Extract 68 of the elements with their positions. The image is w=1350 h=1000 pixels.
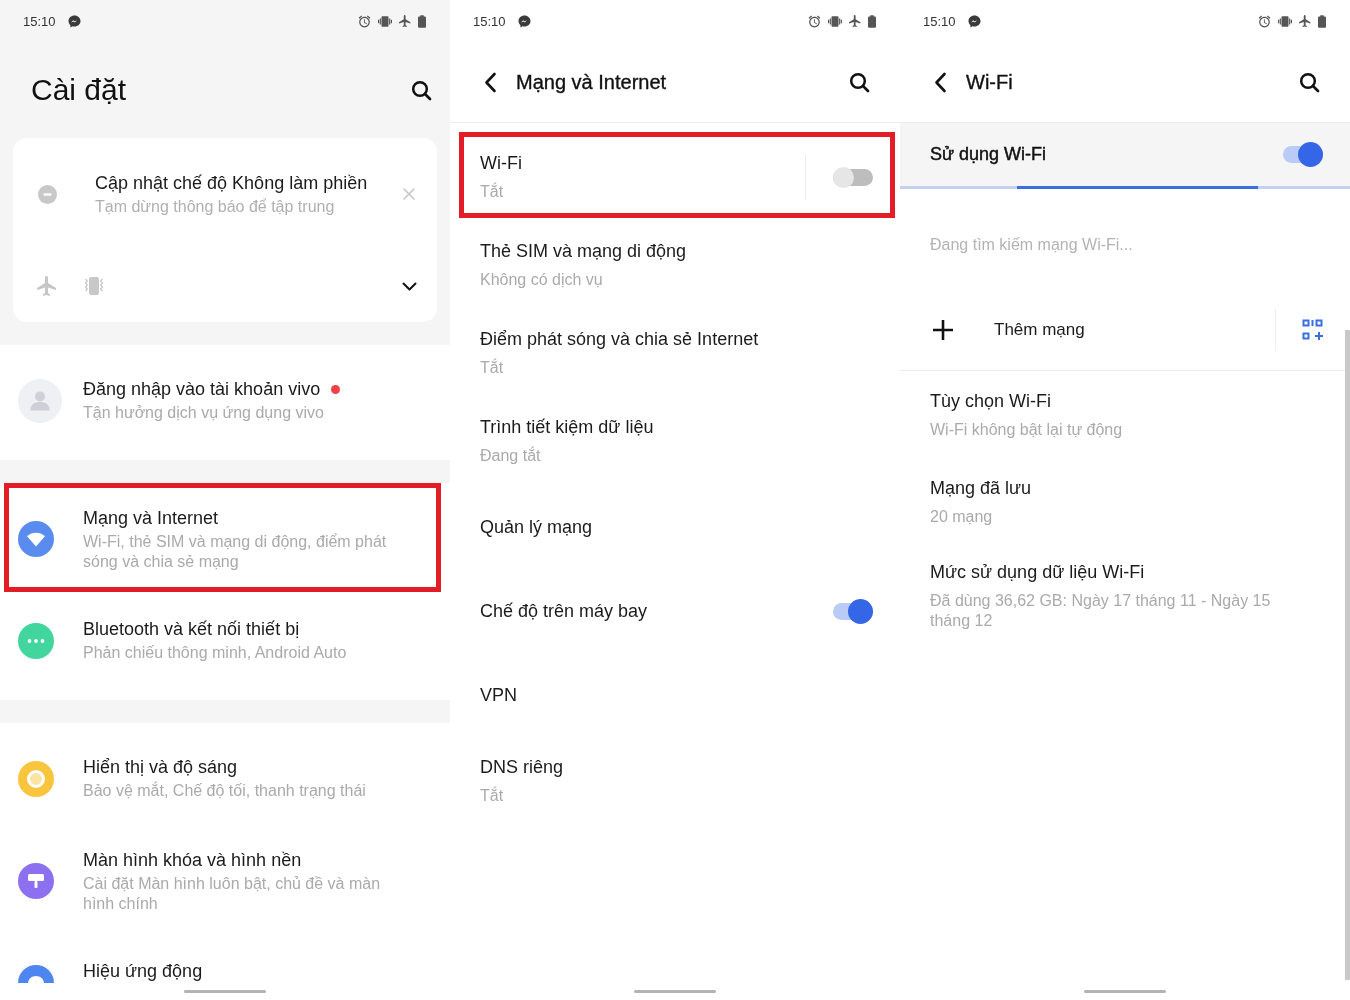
setting-title[interactable]: Chế độ trên máy bay [480,600,648,622]
vibrate-icon [378,15,392,27]
back-icon[interactable] [934,71,947,93]
setting-title[interactable]: Mức sử dụng dữ liệu Wi-Fi [930,561,1145,583]
qr-code-icon[interactable] [1302,319,1323,340]
chat-bubble-icon [67,14,81,28]
chevron-down-icon[interactable] [402,281,417,291]
setting-summary: 20 mạng [930,506,994,527]
scan-status-text: Đang tìm kiếm mạng Wi-Fi... [930,236,1133,253]
airplane-icon [1299,15,1311,27]
toggle-switch[interactable] [1283,142,1323,167]
alarm-icon [1258,14,1271,28]
setting-title[interactable]: VPN [480,684,517,706]
vibrate-icon [828,15,842,27]
page-title: Wi-Fi [966,70,1013,94]
search-icon[interactable] [411,79,432,101]
setting-title[interactable]: Mạng đã lưu [930,476,1032,499]
setting-title[interactable]: Hiệu ứng động [83,960,203,982]
battery-icon [1318,14,1326,28]
setting-summary: Không có dịch vụ [480,270,604,290]
setting-summary: Cài đặt Màn hình luôn bật, chủ đề và màn hình chính [83,873,382,914]
back-icon[interactable] [484,71,497,93]
battery-icon [418,14,426,28]
setting-title[interactable]: Màn hình khóa và hình nền [83,848,302,871]
setting-title[interactable]: Quản lý mạng [480,516,593,538]
setting-summary: Đang tắt [480,446,542,466]
setting-title[interactable]: Wi-Fi [480,152,522,174]
toggle-switch[interactable] [833,598,873,624]
status-time: 15:10 [923,13,956,29]
setting-title[interactable]: Sử dụng Wi-Fi [930,144,1047,165]
add-network-label[interactable]: Thêm mạng [994,319,1085,340]
setting-title[interactable]: Mạng và Internet [83,506,219,529]
battery-icon [868,14,876,28]
setting-title[interactable]: Tùy chọn Wi-Fi [930,389,1052,412]
setting-summary: Bảo vệ mắt, Chế độ tối, thanh trạng thái [83,781,367,801]
page-title: Cài đặt [31,73,127,107]
airplane-icon [849,15,861,27]
setting-title[interactable]: Điểm phát sóng và chia sẻ Internet [480,328,759,350]
plus-icon[interactable] [933,319,953,340]
alarm-icon [358,14,371,28]
setting-summary: Đã dùng 36,62 GB: Ngày 17 tháng 11 - Ngày 15 tháng 12 [930,591,1272,631]
setting-title[interactable]: Trình tiết kiệm dữ liệu [480,416,654,438]
setting-summary: Tắt [480,358,505,378]
setting-title[interactable]: Thẻ SIM và mạng di động [480,240,687,262]
setting-summary: Wi-Fi không bật lại tự động [930,419,1124,440]
minus-circle-icon [38,184,57,204]
setting-title[interactable]: Hiển thị và độ sáng [83,756,238,778]
alarm-icon [808,14,821,28]
airplane-icon [399,15,411,27]
suggestion-title[interactable]: Cập nhật chế độ Không làm phiền [95,171,368,194]
setting-title[interactable]: Bluetooth và kết nối thiết bị [83,618,300,640]
chat-bubble-icon [967,14,981,28]
setting-summary: Tắt [480,182,505,202]
status-time: 15:10 [23,13,56,29]
setting-summary: Wi-Fi, thẻ SIM và mạng di động, điểm phát sóng và chia sẻ mạng [83,531,388,572]
setting-summary: Tắt [480,786,505,806]
setting-title[interactable]: DNS riêng [480,756,564,778]
chat-bubble-icon [517,14,531,28]
search-icon[interactable] [1299,71,1320,93]
search-icon[interactable] [849,71,870,93]
vibrate-icon [1278,15,1292,27]
setting-title[interactable]: Đăng nhập vào tài khoản vivo [83,378,321,400]
setting-summary: Phản chiếu thông minh, Android Auto [83,643,348,663]
suggestion-summary: Tạm dừng thông báo để tập trung [95,196,336,217]
setting-summary: Tận hưởng dịch vụ ứng dụng vivo [83,403,325,423]
page-title: Mạng và Internet [516,70,667,94]
scrollbar[interactable] [1345,330,1350,980]
status-time: 15:10 [473,13,506,29]
